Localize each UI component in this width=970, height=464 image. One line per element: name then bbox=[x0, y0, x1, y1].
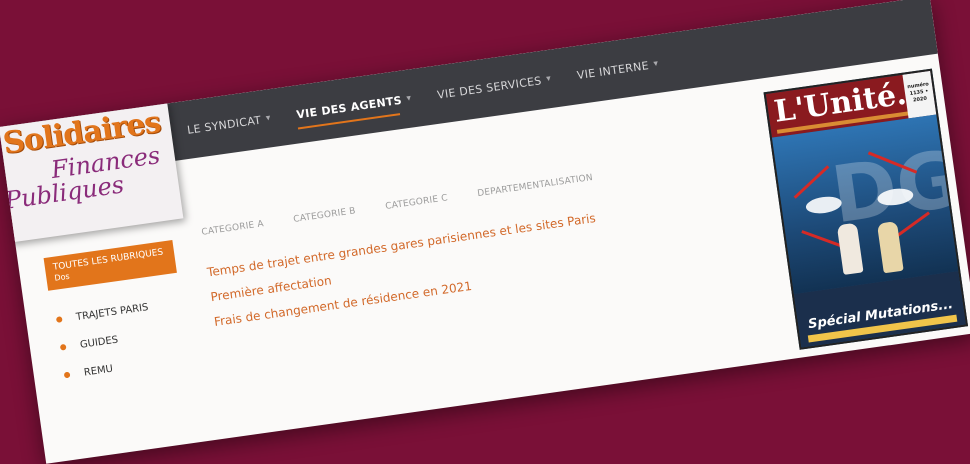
sidebar: TOUTES LES RUBRIQUES Dos TRAJETS PARIS G… bbox=[43, 240, 191, 390]
sidebar-list: TRAJETS PARIS GUIDES REMU bbox=[50, 289, 190, 390]
website-screenshot: LE SYNDICAT ▾ VIE DES AGENTS ▾ VIE DES S… bbox=[0, 0, 970, 464]
tab-departementalisation[interactable]: DEPARTEMENTALISATION bbox=[477, 173, 594, 199]
menu-label: VIE DES AGENTS bbox=[295, 93, 403, 121]
menu-label: VIE INTERNE bbox=[576, 58, 650, 82]
sidebar-item-label: TRAJETS PARIS bbox=[75, 301, 150, 323]
chevron-down-icon: ▾ bbox=[265, 113, 272, 124]
article-list: Temps de trajet entre grandes gares pari… bbox=[206, 211, 605, 340]
magazine-cover[interactable]: L'Unité... numéro 1135 • 2020 DG Spécial… bbox=[763, 68, 969, 350]
tab-categorie-c[interactable]: CATEGORIE C bbox=[385, 193, 449, 212]
menu-label: VIE DES SERVICES bbox=[436, 73, 543, 102]
menu-label: LE SYNDICAT bbox=[186, 113, 262, 137]
chevron-down-icon: ▾ bbox=[652, 58, 660, 70]
chevron-down-icon: ▾ bbox=[545, 73, 552, 85]
bullet-icon bbox=[63, 371, 71, 379]
menu-vie-des-services[interactable]: VIE DES SERVICES ▾ bbox=[436, 72, 552, 102]
chevron-down-icon: ▾ bbox=[405, 93, 413, 104]
bullet-icon bbox=[59, 343, 67, 351]
sidebar-item-label: GUIDES bbox=[79, 334, 119, 351]
menu-le-syndicat[interactable]: LE SYNDICAT ▾ bbox=[186, 112, 272, 137]
bullet-icon bbox=[55, 316, 63, 323]
sidebar-header[interactable]: TOUTES LES RUBRIQUES Dos bbox=[43, 240, 177, 291]
sidebar-item-label: REMU bbox=[83, 363, 114, 379]
menu-vie-des-agents[interactable]: VIE DES AGENTS ▾ bbox=[296, 92, 413, 121]
tab-categorie-a[interactable]: CATEGORIE A bbox=[201, 219, 265, 238]
main-menu: LE SYNDICAT ▾ VIE DES AGENTS ▾ VIE DES S… bbox=[183, 35, 662, 159]
magazine-issue-box: numéro 1135 • 2020 bbox=[902, 70, 937, 119]
tab-categorie-b[interactable]: CATEGORIE B bbox=[293, 206, 357, 225]
magazine-badge: numéro 1135 • 2020 bbox=[906, 81, 930, 104]
site-logo[interactable]: Solidaires Finances Publiques bbox=[0, 101, 184, 243]
menu-vie-interne[interactable]: VIE INTERNE ▾ bbox=[576, 57, 660, 82]
